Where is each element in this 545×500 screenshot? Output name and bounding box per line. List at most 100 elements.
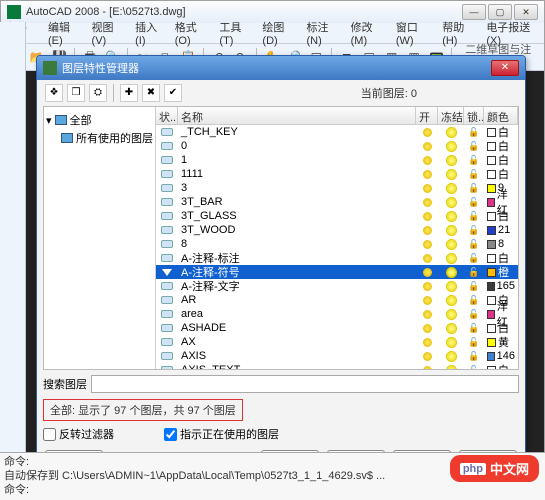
new-layer-icon[interactable]: ✚ xyxy=(120,84,138,102)
sun-icon[interactable] xyxy=(447,254,456,263)
bulb-icon[interactable] xyxy=(423,128,432,137)
table-row[interactable]: AXIS_TEXT🔓白 xyxy=(156,363,518,369)
lock-icon[interactable]: 🔓 xyxy=(468,309,479,320)
bulb-icon[interactable] xyxy=(423,324,432,333)
new-group-icon[interactable]: ❒ xyxy=(67,84,85,102)
bulb-icon[interactable] xyxy=(423,338,432,347)
sun-icon[interactable] xyxy=(447,310,456,319)
color-cell[interactable]: 白 xyxy=(484,166,518,182)
lock-icon[interactable]: 🔓 xyxy=(468,337,479,348)
color-cell[interactable]: 黄 xyxy=(484,334,518,350)
sun-icon[interactable] xyxy=(447,366,456,370)
indicate-inuse-checkbox[interactable]: 指示正在使用的图层 xyxy=(164,426,279,442)
sun-icon[interactable] xyxy=(447,156,456,165)
sun-icon[interactable] xyxy=(447,268,456,277)
lock-icon[interactable]: 🔓 xyxy=(468,169,479,180)
table-row[interactable]: AXIS🔓146 xyxy=(156,349,518,363)
color-cell[interactable]: 146 xyxy=(484,350,518,362)
table-row[interactable]: A-注释-文字🔓165 xyxy=(156,279,518,293)
bulb-icon[interactable] xyxy=(423,240,432,249)
sun-icon[interactable] xyxy=(447,128,456,137)
col-status[interactable]: 状.. xyxy=(156,107,178,124)
menu-modify[interactable]: 修改(M) xyxy=(351,19,386,47)
sun-icon[interactable] xyxy=(447,324,456,333)
delete-layer-icon[interactable]: ✖ xyxy=(142,84,160,102)
sun-icon[interactable] xyxy=(447,142,456,151)
bulb-icon[interactable] xyxy=(423,156,432,165)
table-row[interactable]: A-注释-标注🔓白 xyxy=(156,251,518,265)
dialog-title-bar[interactable]: 图层特性管理器 ✕ xyxy=(37,56,525,80)
filter-tree[interactable]: ▾ 全部 所有使用的图层 xyxy=(44,107,156,369)
col-color[interactable]: 颜色 xyxy=(484,107,518,124)
lock-icon[interactable]: 🔓 xyxy=(468,225,479,236)
sun-icon[interactable] xyxy=(447,198,456,207)
sun-icon[interactable] xyxy=(447,170,456,179)
menu-format[interactable]: 格式(O) xyxy=(175,19,210,47)
color-cell[interactable]: 白 xyxy=(484,362,518,369)
sun-icon[interactable] xyxy=(447,212,456,221)
lock-icon[interactable]: 🔓 xyxy=(468,295,479,306)
lock-icon[interactable]: 🔓 xyxy=(468,141,479,152)
bulb-icon[interactable] xyxy=(423,310,432,319)
bulb-icon[interactable] xyxy=(423,366,432,370)
side-toolbar[interactable] xyxy=(0,22,26,500)
maximize-button[interactable]: ▢ xyxy=(488,4,512,20)
minimize-button[interactable]: — xyxy=(462,4,486,20)
lock-icon[interactable]: 🔓 xyxy=(468,155,479,166)
lock-icon[interactable]: 🔓 xyxy=(468,323,479,334)
new-filter-icon[interactable]: ❖ xyxy=(45,84,63,102)
sun-icon[interactable] xyxy=(447,338,456,347)
lock-icon[interactable]: 🔓 xyxy=(468,239,479,250)
col-lock[interactable]: 锁.. xyxy=(464,107,484,124)
sun-icon[interactable] xyxy=(447,282,456,291)
sun-icon[interactable] xyxy=(447,184,456,193)
bulb-icon[interactable] xyxy=(423,282,432,291)
table-row[interactable]: ASHADE🔓白 xyxy=(156,321,518,335)
bulb-icon[interactable] xyxy=(423,254,432,263)
bulb-icon[interactable] xyxy=(423,296,432,305)
table-row[interactable]: 3T_BAR🔓洋红 xyxy=(156,195,518,209)
bulb-icon[interactable] xyxy=(423,142,432,151)
bulb-icon[interactable] xyxy=(423,198,432,207)
table-row[interactable]: 0🔓白 xyxy=(156,139,518,153)
sun-icon[interactable] xyxy=(447,240,456,249)
color-cell[interactable]: 白 xyxy=(484,208,518,224)
search-input[interactable] xyxy=(91,375,519,393)
invert-filter-checkbox[interactable]: 反转过滤器 xyxy=(43,426,114,442)
col-on[interactable]: 开 xyxy=(416,107,438,124)
lock-icon[interactable]: 🔓 xyxy=(468,365,479,370)
menu-tools[interactable]: 工具(T) xyxy=(219,19,252,47)
col-name[interactable]: 名称 xyxy=(178,107,416,124)
bulb-icon[interactable] xyxy=(423,268,432,277)
table-row[interactable]: 3T_GLASS🔓白 xyxy=(156,209,518,223)
lock-icon[interactable]: 🔓 xyxy=(468,351,479,362)
bulb-icon[interactable] xyxy=(423,226,432,235)
table-body[interactable]: _TCH_KEY🔓白0🔓白1🔓白1111🔓白3🔓93T_BAR🔓洋红3T_GLA… xyxy=(156,125,518,369)
sun-icon[interactable] xyxy=(447,226,456,235)
menu-view[interactable]: 视图(V) xyxy=(92,19,126,47)
color-cell[interactable]: 165 xyxy=(484,280,518,292)
table-row[interactable]: AR🔓白 xyxy=(156,293,518,307)
table-row[interactable]: A-注释-符号🔓橙 xyxy=(156,265,518,279)
color-cell[interactable]: 橙 xyxy=(484,264,518,280)
table-row[interactable]: AX🔓黄 xyxy=(156,335,518,349)
bulb-icon[interactable] xyxy=(423,212,432,221)
lock-icon[interactable]: 🔓 xyxy=(468,211,479,222)
menu-edit[interactable]: 编辑(E) xyxy=(48,19,82,47)
lock-icon[interactable]: 🔓 xyxy=(468,127,479,138)
menu-insert[interactable]: 插入(I) xyxy=(135,19,165,47)
table-row[interactable]: area🔓洋红 xyxy=(156,307,518,321)
menu-window[interactable]: 窗口(W) xyxy=(396,19,432,47)
lock-icon[interactable]: 🔓 xyxy=(468,281,479,292)
tree-root[interactable]: ▾ 全部 xyxy=(46,111,153,129)
lock-icon[interactable]: 🔓 xyxy=(468,253,479,264)
collapse-icon[interactable]: ▾ xyxy=(46,114,52,127)
table-row[interactable]: 1111🔓白 xyxy=(156,167,518,181)
lock-icon[interactable]: 🔓 xyxy=(468,183,479,194)
close-button[interactable]: ✕ xyxy=(514,4,538,20)
table-row[interactable]: 8🔓8 xyxy=(156,237,518,251)
table-row[interactable]: 3T_WOOD🔓21 xyxy=(156,223,518,237)
table-row[interactable]: _TCH_KEY🔓白 xyxy=(156,125,518,139)
menu-draw[interactable]: 绘图(D) xyxy=(262,19,296,47)
bulb-icon[interactable] xyxy=(423,170,432,179)
